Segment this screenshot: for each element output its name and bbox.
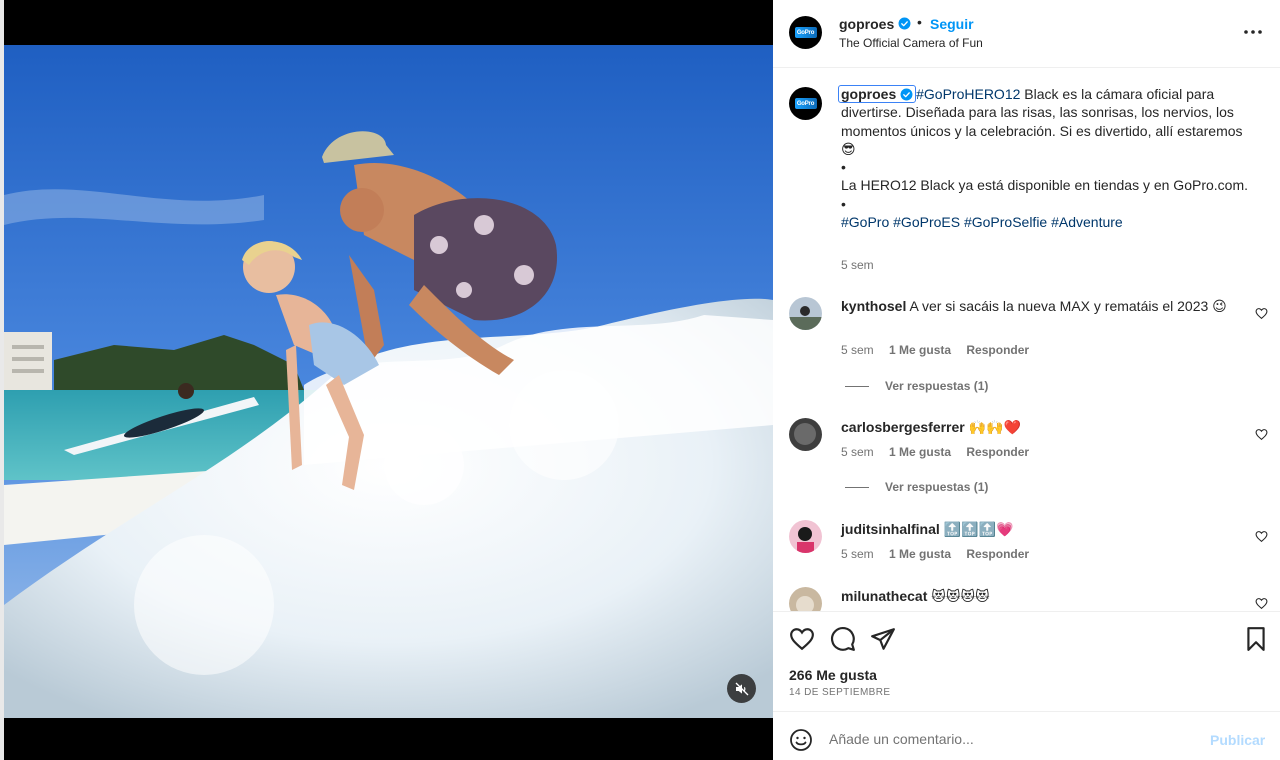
post-action-bar <box>773 611 1280 659</box>
bookmark-icon[interactable] <box>1243 626 1269 652</box>
header-separator-dot: • <box>917 14 922 30</box>
reply-button[interactable]: Responder <box>966 547 1029 561</box>
gopro-logo-icon: GoPro <box>794 98 817 109</box>
comment-likes[interactable]: 1 Me gusta <box>889 445 951 459</box>
publish-button[interactable]: Publicar <box>1210 732 1265 748</box>
comment-likes[interactable]: 1 Me gusta <box>889 547 951 561</box>
caption-hashtags[interactable]: #GoPro #GoProES #GoProSelfie #Adventure <box>841 213 1251 231</box>
logo-text: GoPro <box>796 29 815 36</box>
heart-icon[interactable] <box>1255 307 1268 320</box>
comment-time[interactable]: 5 sem <box>841 547 874 561</box>
follow-button[interactable]: Seguir <box>930 16 974 32</box>
view-replies-button[interactable]: Ver respuestas (1) <box>845 379 988 393</box>
caption-author-avatar[interactable]: GoPro <box>789 87 822 120</box>
comment-username[interactable]: juditsinhalfinal <box>841 521 940 537</box>
paper-plane-icon[interactable] <box>870 626 896 652</box>
logo-text: GoPro <box>796 100 815 107</box>
comment-time[interactable]: 5 sem <box>841 343 874 357</box>
comment-text: kynthosel A ver si sacáis la nueva MAX y… <box>841 297 1241 315</box>
comment-body: A ver si sacáis la nueva MAX y rematáis … <box>909 298 1227 314</box>
caption-text: goproes #GoProHERO12 Black es la cámara … <box>838 85 1251 231</box>
comment-body: 😻😻😻😻 <box>931 588 990 604</box>
view-replies-label: Ver respuestas (1) <box>885 480 989 494</box>
avatar-image <box>789 418 822 451</box>
more-horizontal-icon[interactable] <box>1243 24 1263 40</box>
speaker-muted-icon <box>735 682 748 695</box>
caption-bullet: • <box>841 159 846 176</box>
post-date[interactable]: 14 DE SEPTIEMBRE <box>789 687 890 698</box>
post-header: GoPro goproes • Seguir The Official Came… <box>773 0 1280 68</box>
heart-icon[interactable] <box>1255 597 1268 610</box>
gopro-logo-icon: GoPro <box>794 27 817 38</box>
emoji-smiley-icon[interactable] <box>789 728 813 752</box>
commenter-avatar[interactable] <box>789 297 822 330</box>
reply-button[interactable]: Responder <box>966 445 1029 459</box>
caption-timestamp[interactable]: 5 sem <box>841 258 874 272</box>
comment-body: 🔝🔝🔝💗 <box>943 521 1014 537</box>
caption-username[interactable]: goproes <box>838 85 917 103</box>
heart-icon[interactable] <box>789 626 815 652</box>
author-subtitle: The Official Camera of Fun <box>839 36 983 50</box>
commenter-avatar[interactable] <box>789 418 822 451</box>
comment-username[interactable]: carlosbergesferrer <box>841 419 965 435</box>
author-username[interactable]: goproes <box>839 16 894 32</box>
comment-text: milunathecat 😻😻😻😻 <box>841 587 1241 605</box>
replies-divider <box>845 487 869 489</box>
comment-time[interactable]: 5 sem <box>841 445 874 459</box>
comment-meta: 5 sem 1 Me gusta Responder <box>841 343 1041 357</box>
replies-divider <box>845 386 869 388</box>
post-side-panel: GoPro goproes • Seguir The Official Came… <box>773 0 1280 760</box>
likes-count[interactable]: 266 Me gusta <box>789 667 877 683</box>
commenter-avatar[interactable] <box>789 587 822 611</box>
comment-body: 🙌🙌❤️ <box>968 419 1021 435</box>
video-frame[interactable] <box>4 45 773 718</box>
hashtag-link[interactable]: #GoProHERO12 <box>916 86 1020 102</box>
heart-icon[interactable] <box>1255 428 1268 441</box>
comments-scroll-area[interactable]: GoPro goproes #GoProHERO12 Black es la c… <box>773 69 1280 611</box>
post-media <box>0 0 773 760</box>
commenter-avatar[interactable] <box>789 520 822 553</box>
view-replies-label: Ver respuestas (1) <box>885 379 989 393</box>
reply-button[interactable]: Responder <box>966 343 1029 357</box>
comment-composer: Publicar <box>773 711 1280 760</box>
comment-username[interactable]: milunathecat <box>841 588 927 604</box>
author-avatar[interactable]: GoPro <box>789 16 822 49</box>
caption-username-text: goproes <box>841 86 897 102</box>
verified-badge-icon <box>900 88 913 101</box>
caption-body-2: La HERO12 Black ya está disponible en ti… <box>841 177 1248 194</box>
comment-meta: 5 sem 1 Me gusta Responder <box>841 445 1041 459</box>
comment-meta: 5 sem 1 Me gusta Responder <box>841 547 1041 561</box>
surf-video-image <box>4 45 773 718</box>
comment-input[interactable] <box>829 726 1189 752</box>
comment-likes[interactable]: 1 Me gusta <box>889 343 951 357</box>
heart-icon[interactable] <box>1255 530 1268 543</box>
view-replies-button[interactable]: Ver respuestas (1) <box>845 480 988 494</box>
instagram-post-viewer: GoPro goproes • Seguir The Official Came… <box>0 0 1280 760</box>
verified-badge-icon <box>898 17 911 30</box>
comment-text: juditsinhalfinal 🔝🔝🔝💗 <box>841 520 1241 538</box>
avatar-image <box>789 297 822 330</box>
comment-bubble-icon[interactable] <box>830 626 856 652</box>
comment-text: carlosbergesferrer 🙌🙌❤️ <box>841 418 1241 436</box>
mute-toggle-button[interactable] <box>727 674 756 703</box>
avatar-image <box>789 520 822 553</box>
caption-bullet: • <box>841 195 846 212</box>
avatar-image <box>789 587 822 611</box>
comment-username[interactable]: kynthosel <box>841 298 906 314</box>
